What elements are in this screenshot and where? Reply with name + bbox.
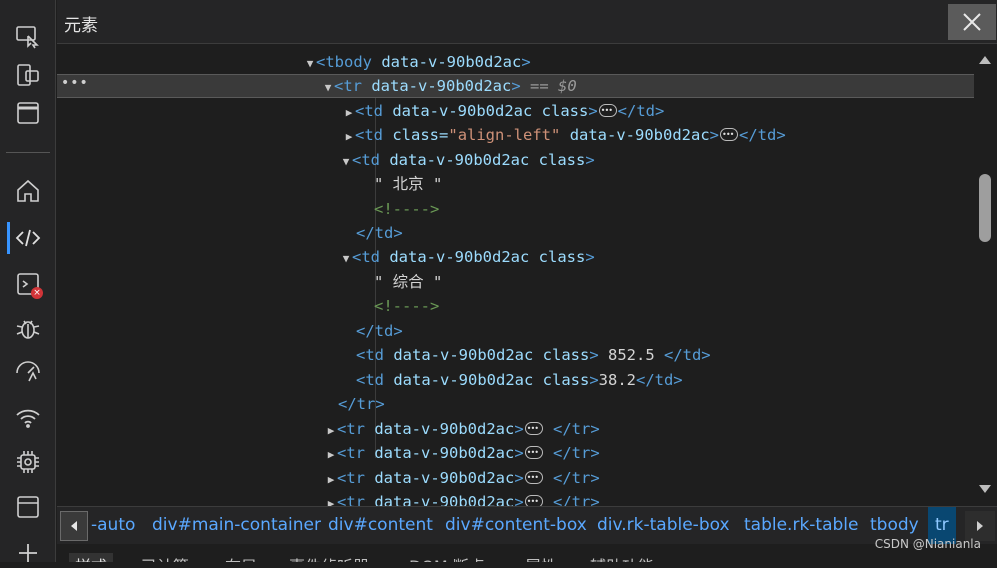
chevron-left-icon	[71, 521, 77, 531]
tab-dom-breakpoints[interactable]: DOM 断点	[409, 553, 485, 562]
scrollbar-thumb[interactable]	[979, 174, 991, 242]
network-icon[interactable]	[13, 403, 43, 433]
collapsed-triangle-icon[interactable]: ▶	[325, 419, 337, 443]
breadcrumb-item[interactable]: div#main-container	[152, 507, 321, 544]
activity-separator	[6, 152, 50, 153]
selected-node-marker: == $0	[530, 77, 577, 95]
expanded-triangle-icon[interactable]: ▼	[322, 77, 334, 99]
breadcrumb-item[interactable]: div#content	[328, 507, 433, 544]
console-error-badge: ×	[31, 287, 43, 299]
panel-title: 元素	[64, 16, 98, 36]
expanded-triangle-icon[interactable]: ▼	[340, 247, 352, 271]
console-icon[interactable]: ×	[13, 269, 43, 299]
application-icon[interactable]	[13, 492, 43, 522]
tree-node-tr-selected[interactable]: ••• ▼ <tr data-v-90b0d2ac> == $0	[57, 74, 974, 98]
tree-node-td[interactable]: ▼ <td data-v-90b0d2ac class>	[57, 148, 974, 172]
inspect-icon[interactable]	[13, 22, 43, 52]
breadcrumb-scroll-left-button[interactable]	[60, 511, 88, 541]
tab-event-listeners[interactable]: 事件侦听器	[289, 553, 369, 562]
tree-text-node[interactable]: " 北京 "	[57, 172, 974, 196]
tree-node-td[interactable]: ▼ <td data-v-90b0d2ac class>	[57, 245, 974, 269]
styles-pane-tabs: 样式 已计算 布局 事件侦听器 DOM 断点 属性 辅助功能	[57, 544, 997, 562]
device-emulation-icon[interactable]	[13, 60, 43, 90]
tree-node-tbody[interactable]: ▼ <tbody data-v-90b0d2ac>	[57, 50, 974, 74]
expanded-triangle-icon[interactable]: ▼	[304, 52, 316, 76]
tab-accessibility[interactable]: 辅助功能	[590, 553, 654, 562]
collapsed-content-icon[interactable]	[524, 417, 543, 441]
breadcrumb: -auto div#main-container div#content div…	[57, 506, 997, 544]
active-tab-indicator	[7, 222, 10, 254]
home-icon[interactable]	[13, 176, 43, 206]
scroll-up-arrow-icon[interactable]	[979, 56, 991, 64]
tab-layout[interactable]: 布局	[225, 553, 257, 562]
close-button[interactable]	[948, 4, 996, 40]
performance-icon[interactable]	[13, 357, 43, 387]
tab-styles[interactable]: 样式	[69, 553, 114, 562]
panel-header: 元素	[57, 0, 997, 44]
collapsed-triangle-icon[interactable]: ▶	[343, 125, 355, 149]
tab-computed[interactable]: 已计算	[141, 553, 189, 562]
add-icon[interactable]	[13, 538, 43, 568]
tree-comment-node[interactable]: <!---->	[57, 294, 974, 318]
collapsed-triangle-icon[interactable]: ▶	[325, 443, 337, 467]
breadcrumb-item[interactable]: table.rk-table	[744, 507, 858, 544]
tree-node-td-align-left[interactable]: ▶ <td class="align-left" data-v-90b0d2ac>…	[57, 123, 974, 147]
tree-node-tr[interactable]: ▶<tr data-v-90b0d2ac> </tr>	[57, 441, 974, 465]
tree-node-tr[interactable]: ▶<tr data-v-90b0d2ac> </tr>	[57, 466, 974, 490]
collapsed-content-icon[interactable]	[524, 441, 543, 465]
collapsed-triangle-icon[interactable]: ▶	[325, 492, 337, 506]
scroll-down-arrow-icon[interactable]	[979, 485, 991, 493]
collapsed-triangle-icon[interactable]: ▶	[325, 468, 337, 492]
tab-properties[interactable]: 属性	[525, 553, 557, 562]
tree-node-tr[interactable]: ▶<tr data-v-90b0d2ac> </tr>	[57, 490, 974, 506]
collapsed-content-icon[interactable]	[598, 99, 617, 123]
activity-bar: ×	[0, 0, 56, 562]
tree-node-td[interactable]: ▶<td data-v-90b0d2ac class></td>	[57, 99, 974, 123]
dom-tree[interactable]: ▼ <tbody data-v-90b0d2ac> ••• ▼ <tr data-v-…	[57, 44, 974, 506]
sources-debug-icon[interactable]	[13, 313, 43, 343]
tree-node-td-value[interactable]: <td data-v-90b0d2ac class> 852.5 </td>	[57, 343, 974, 367]
expanded-triangle-icon[interactable]: ▼	[340, 150, 352, 174]
close-icon	[963, 13, 981, 31]
vertical-scrollbar[interactable]	[974, 44, 997, 506]
tree-close-tr[interactable]: </tr>	[57, 392, 974, 416]
collapsed-triangle-icon[interactable]: ▶	[343, 101, 355, 125]
tree-node-tr[interactable]: ▶<tr data-v-90b0d2ac> </tr>	[57, 417, 974, 441]
chevron-right-icon	[977, 521, 983, 531]
elements-icon[interactable]	[13, 223, 43, 253]
breadcrumb-item[interactable]: -auto	[91, 507, 135, 544]
tree-close-td[interactable]: </td>	[57, 221, 974, 245]
memory-icon[interactable]	[13, 447, 43, 477]
tree-node-td-value[interactable]: <td data-v-90b0d2ac class>38.2</td>	[57, 368, 974, 392]
row-menu-icon[interactable]: •••	[61, 72, 89, 94]
tree-close-td[interactable]: </td>	[57, 319, 974, 343]
collapsed-content-icon[interactable]	[720, 123, 739, 147]
layout-icon[interactable]	[13, 98, 43, 128]
collapsed-content-icon[interactable]	[524, 490, 543, 506]
tree-comment-node[interactable]: <!---->	[57, 197, 974, 221]
collapsed-content-icon[interactable]	[524, 466, 543, 490]
watermark-text: CSDN @Nianianla	[874, 537, 981, 551]
tree-text-node[interactable]: " 综合 "	[57, 270, 974, 294]
breadcrumb-item[interactable]: div#content-box	[445, 507, 587, 544]
breadcrumb-item[interactable]: div.rk-table-box	[597, 507, 730, 544]
